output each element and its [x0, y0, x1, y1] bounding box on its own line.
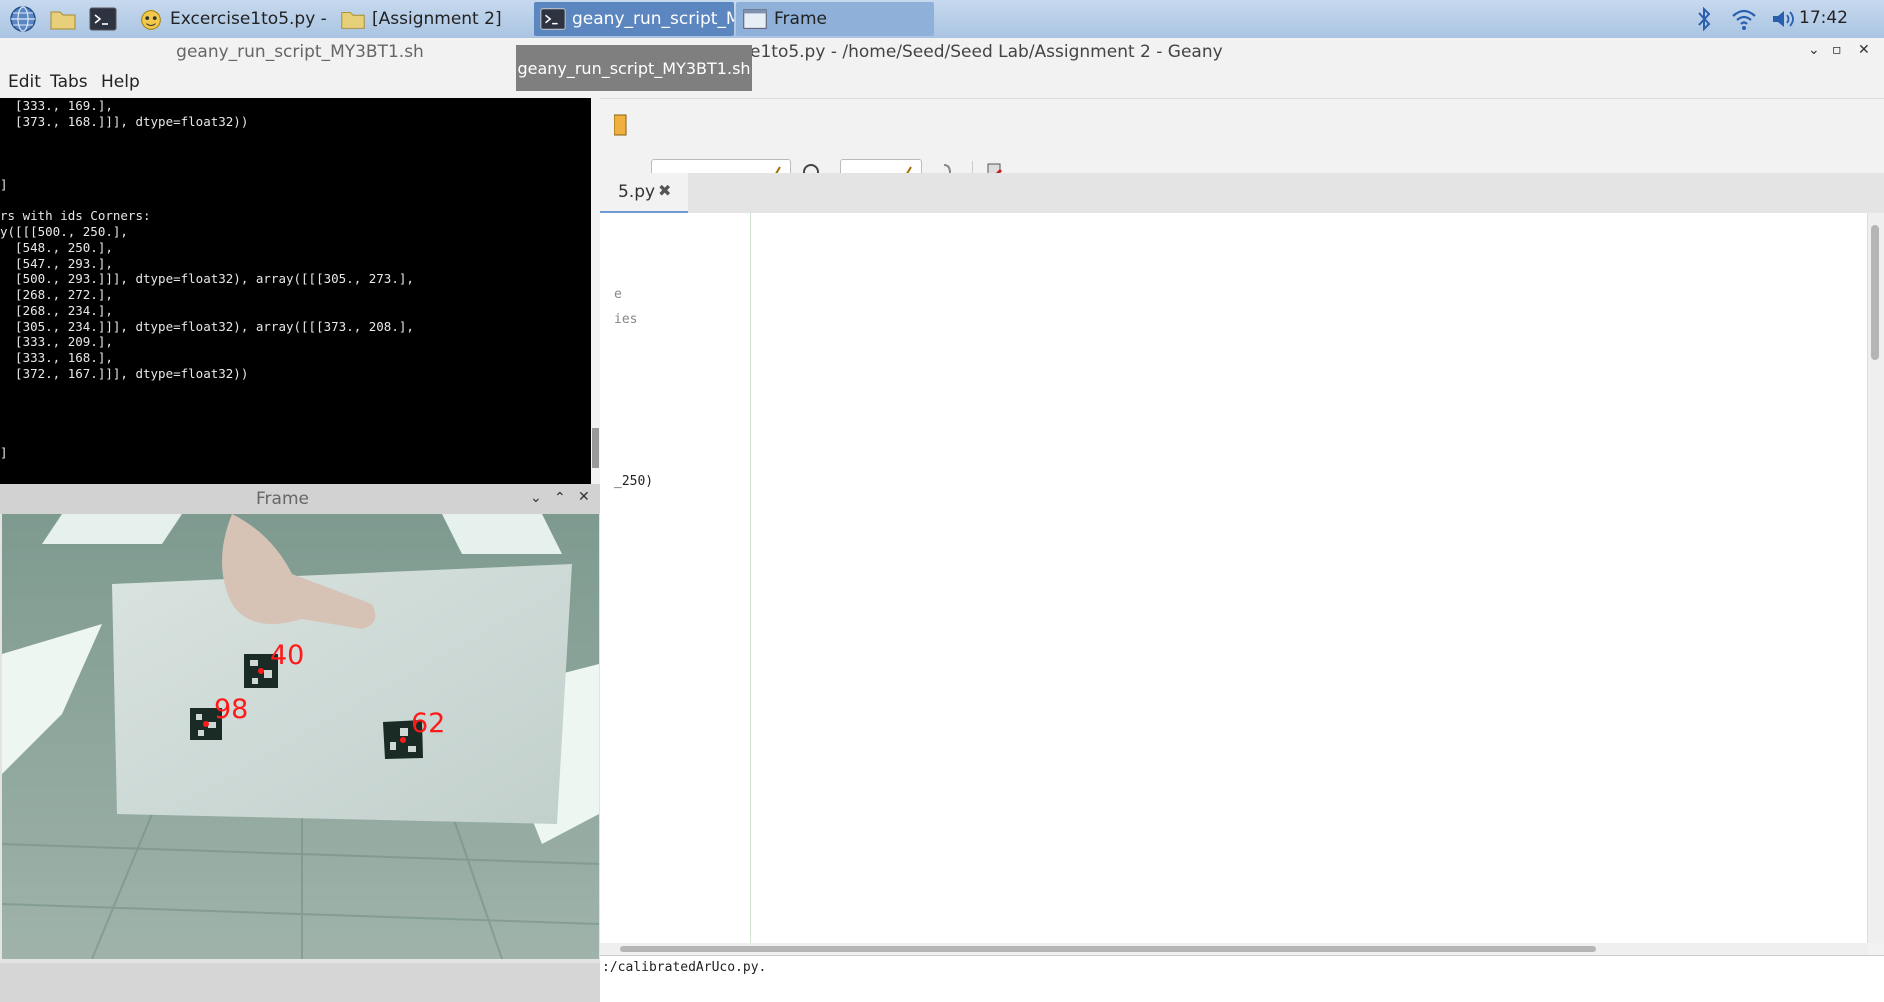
maximize-icon[interactable]: ▫	[1832, 42, 1842, 58]
terminal-window-title: geany_run_script_MY3BT1.sh	[176, 42, 424, 62]
taskbar-button-label: Excercise1to5.py - /h...	[170, 9, 332, 29]
frame-title-bar[interactable]: Frame ⌄ ⌃ ✕	[0, 484, 600, 514]
wifi-icon[interactable]	[1730, 6, 1758, 32]
editor-vertical-scrollbar[interactable]	[1867, 213, 1884, 943]
terminal-icon	[540, 8, 566, 30]
code-fragment: e	[614, 287, 622, 302]
minimize-icon[interactable]: ⌄	[1808, 42, 1820, 58]
terminal-title-bar[interactable]: geany_run_script_MY3BT1.sh	[0, 38, 600, 66]
geany-tab-bar: 5.py ✖	[600, 173, 1884, 214]
close-tab-icon[interactable]: ✖	[658, 181, 671, 200]
terminal-line: [373., 168.]]], dtype=float32))	[15, 113, 249, 129]
terminal-line: y([[[500., 250.],	[0, 224, 128, 239]
message-text: :/calibratedArUco.py.	[602, 960, 767, 975]
taskbar: Excercise1to5.py - /h... [Assignment 2] …	[0, 0, 1884, 39]
menu-tabs[interactable]: Tabs	[50, 72, 88, 92]
terminal-output[interactable]: [333., 169.], [373., 168.]]], dtype=floa…	[0, 98, 600, 484]
bluetooth-icon[interactable]	[1690, 6, 1718, 32]
file-manager-icon[interactable]	[48, 4, 78, 34]
marker-id-label: 40	[270, 640, 304, 671]
toolbar-partial-icon[interactable]	[614, 113, 628, 137]
frame-window-title: Frame	[256, 489, 309, 509]
terminal-line: [305., 234.]]], dtype=float32), array([[…	[15, 318, 414, 334]
message-pane: :/calibratedArUco.py.	[600, 955, 1884, 1002]
geany-window-title: e1to5.py - /home/Seed/Seed Lab/Assignmen…	[750, 42, 1223, 62]
code-fragment: _250)	[614, 474, 654, 489]
menu-help[interactable]: Help	[101, 72, 140, 92]
terminal-line: [333., 169.],	[15, 98, 113, 113]
code-fragment: ies	[614, 312, 638, 327]
camera-frame: 40 98 62	[2, 514, 599, 959]
taskbar-button-label: Frame	[774, 9, 827, 29]
terminal-text: [333., 169.], [373., 168.]]], dtype=floa…	[0, 98, 414, 460]
folder-icon	[341, 12, 365, 29]
clock[interactable]: 17:42	[1799, 8, 1848, 28]
marker-id-label: 98	[214, 694, 248, 725]
taskbar-button-geany[interactable]: Excercise1to5.py - /h...	[132, 2, 332, 36]
tab-label: 5.py	[618, 182, 656, 202]
terminal-line: [372., 167.]]], dtype=float32))	[15, 365, 249, 381]
terminal-scrollbar[interactable]	[591, 98, 600, 484]
menu-edit[interactable]: Edit	[8, 72, 41, 92]
marker-center-dot	[258, 668, 264, 674]
terminal-window: geany_run_script_MY3BT1.sh Edit Tabs Hel…	[0, 38, 600, 484]
taskbar-button-assignment-folder[interactable]: [Assignment 2]	[334, 2, 530, 36]
terminal-launcher-icon[interactable]	[88, 4, 118, 34]
close-icon[interactable]: ✕	[1858, 42, 1870, 58]
geany-title-bar[interactable]: e1to5.py - /home/Seed/Seed Lab/Assignmen…	[600, 38, 1884, 66]
terminal-line: rs with ids Corners:	[0, 208, 151, 224]
terminal-line: [500., 293.]]], dtype=float32), array([[…	[15, 271, 414, 287]
code-editor[interactable]: e ies _250)	[600, 213, 1868, 943]
taskbar-tooltip: geany_run_script_MY3BT1.sh	[516, 45, 752, 91]
geany-toolbar	[600, 98, 1884, 193]
minimize-icon[interactable]: ⌄	[530, 490, 542, 506]
window-icon	[743, 9, 767, 29]
marker-center-dot	[203, 721, 209, 727]
terminal-line: ]	[0, 444, 8, 460]
tab-excercise1to5[interactable]: 5.py ✖	[600, 173, 688, 214]
maximize-icon[interactable]: ⌃	[554, 490, 566, 506]
taskbar-button-terminal[interactable]: geany_run_script_MY...	[534, 2, 734, 36]
marker-id-label: 62	[411, 708, 445, 739]
scrollbar-thumb[interactable]	[1871, 225, 1879, 360]
terminal-line: [547., 293.],	[15, 255, 113, 271]
ceiling-light	[442, 514, 562, 554]
web-browser-icon[interactable]	[8, 4, 38, 34]
geany-icon	[141, 10, 161, 30]
terminal-line: [268., 234.],	[15, 302, 113, 318]
terminal-line: ]	[0, 176, 8, 192]
terminal-line: [268., 272.],	[15, 287, 113, 302]
volume-icon[interactable]	[1770, 6, 1798, 32]
editor-margin-line	[750, 213, 751, 943]
close-icon[interactable]: ✕	[578, 489, 590, 505]
taskbar-button-label: [Assignment 2]	[372, 9, 502, 29]
geany-window: e1to5.py - /home/Seed/Seed Lab/Assignmen…	[600, 38, 1884, 1002]
terminal-line: [333., 168.],	[15, 350, 113, 365]
scrollbar-thumb[interactable]	[620, 946, 1596, 952]
taskbar-button-label: geany_run_script_MY...	[572, 9, 734, 29]
terminal-menubar: Edit Tabs Help	[0, 66, 600, 98]
scrollbar-thumb[interactable]	[592, 428, 599, 468]
taskbar-button-frame[interactable]: Frame	[736, 2, 934, 36]
ceiling-light	[42, 514, 182, 544]
terminal-line: [333., 209.],	[15, 334, 113, 350]
terminal-line: [548., 250.],	[15, 239, 113, 255]
frame-window: Frame ⌄ ⌃ ✕ 40 98 62	[0, 484, 600, 963]
editor-horizontal-scrollbar[interactable]	[600, 943, 1868, 955]
marker-center-dot	[400, 737, 406, 743]
